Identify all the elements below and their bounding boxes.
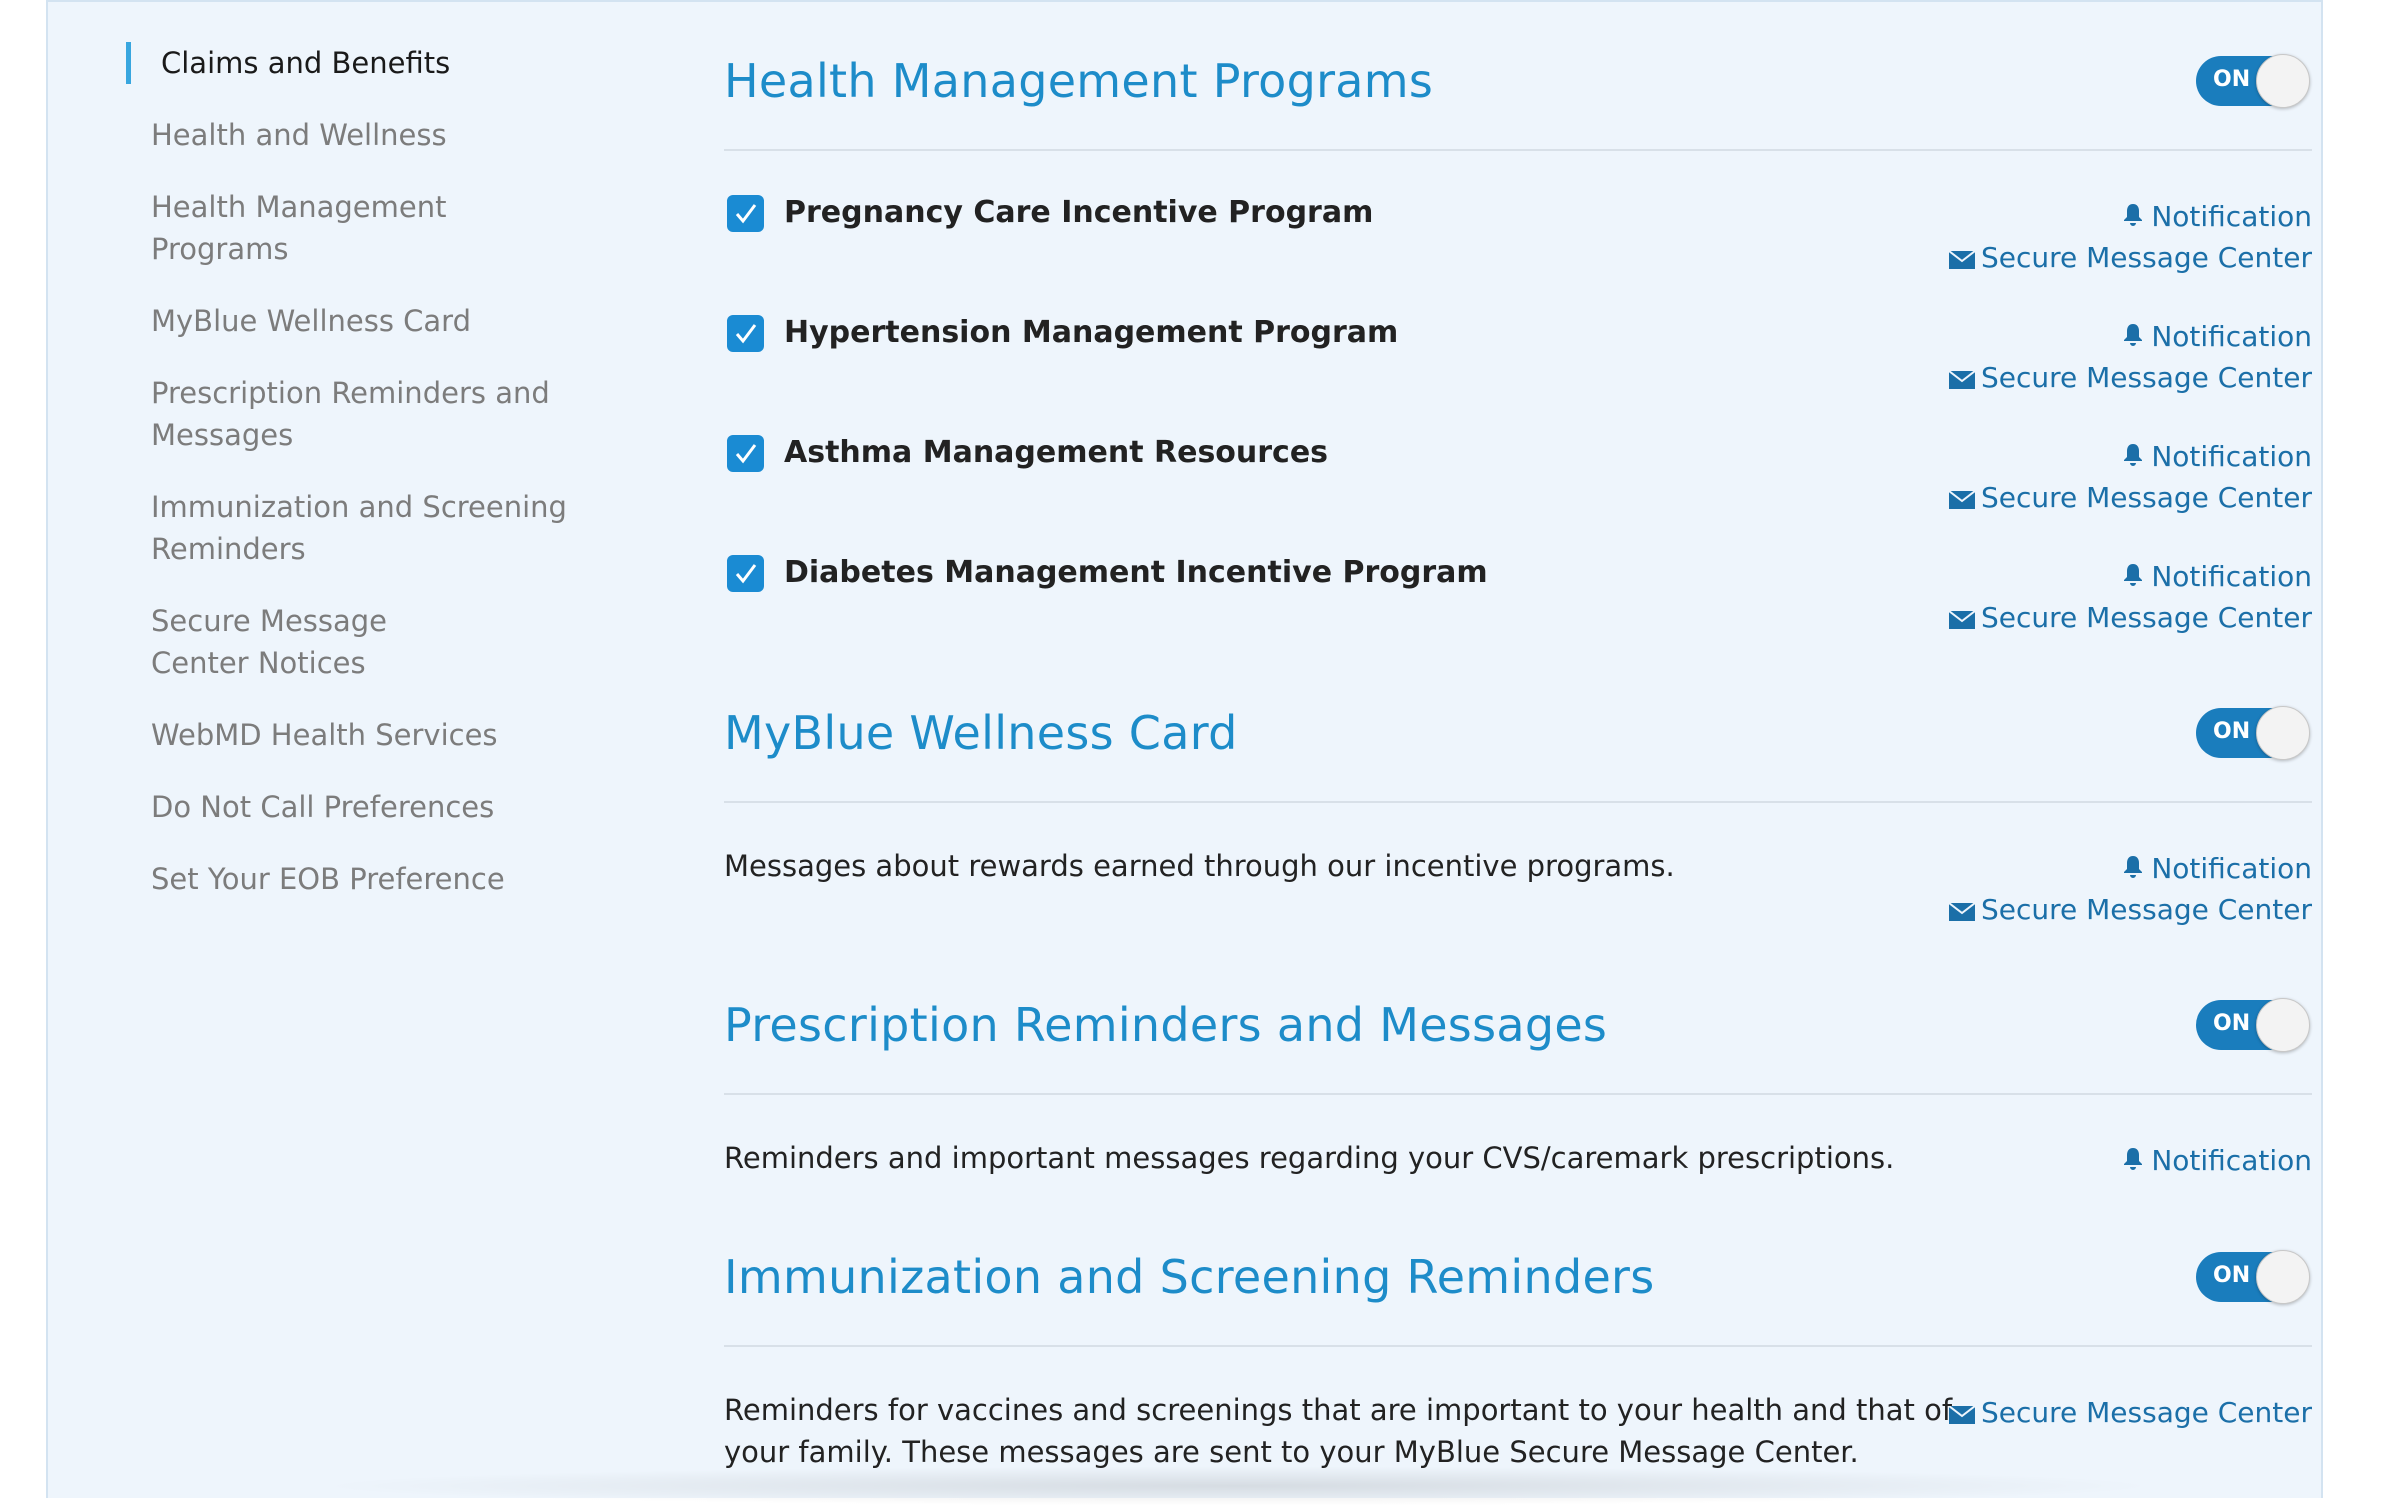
pregnancy-care-checkbox[interactable] bbox=[727, 195, 764, 232]
wellness-card-toggle[interactable]: ON bbox=[2196, 706, 2310, 760]
sidebar-item-label: Do Not Call Preferences bbox=[151, 790, 495, 824]
section-divider bbox=[724, 149, 2312, 151]
secure-message-center-link[interactable]: Secure Message Center bbox=[1948, 241, 2312, 274]
notification-link[interactable]: Notification bbox=[2121, 1144, 2312, 1177]
prescription-toggle[interactable]: ON bbox=[2196, 998, 2310, 1052]
toggle-label: ON bbox=[2213, 719, 2251, 744]
sidebar-item-prescription-reminders[interactable]: Prescription Reminders and Messages bbox=[126, 372, 551, 456]
toggle-label: ON bbox=[2213, 1263, 2251, 1288]
section-divider bbox=[724, 1345, 2312, 1347]
bell-icon bbox=[2124, 444, 2143, 466]
section-divider bbox=[724, 1093, 2312, 1095]
envelope-icon bbox=[1948, 250, 1976, 269]
notification-link[interactable]: Notification bbox=[2121, 440, 2312, 473]
section-description: Reminders and important messages regardi… bbox=[724, 1141, 1895, 1175]
toggle-knob bbox=[2256, 54, 2310, 108]
footer-shadow bbox=[308, 1466, 2168, 1506]
sidebar-item-do-not-call-preferences[interactable]: Do Not Call Preferences bbox=[126, 786, 591, 828]
sidebar-item-label: Health Management Programs bbox=[151, 190, 447, 266]
bell-icon bbox=[2124, 324, 2143, 346]
section-description-line-1: Reminders for vaccines and screenings th… bbox=[724, 1393, 1953, 1427]
bell-icon bbox=[2124, 204, 2143, 226]
notification-link[interactable]: Notification bbox=[2121, 852, 2312, 885]
notification-link[interactable]: Notification bbox=[2121, 560, 2312, 593]
sidebar-item-label: Set Your EOB Preference bbox=[151, 862, 505, 896]
notification-link[interactable]: Notification bbox=[2121, 320, 2312, 353]
program-label: Diabetes Management Incentive Program bbox=[784, 555, 1488, 590]
section-description: Messages about rewards earned through ou… bbox=[724, 849, 1675, 883]
envelope-icon bbox=[1948, 370, 1976, 389]
notification-link[interactable]: Notification bbox=[2121, 200, 2312, 233]
envelope-icon bbox=[1948, 490, 1976, 509]
program-label: Asthma Management Resources bbox=[784, 435, 1329, 470]
sidebar-item-label: Immunization and Screening Reminders bbox=[151, 490, 567, 566]
toggle-label: ON bbox=[2213, 1011, 2251, 1036]
sidebar-item-label: Secure Message Center Notices bbox=[151, 604, 388, 680]
bell-icon bbox=[2124, 564, 2143, 586]
sidebar-item-label: MyBlue Wellness Card bbox=[151, 304, 472, 338]
section-title: Immunization and Screening Reminders bbox=[724, 1250, 1655, 1304]
sidebar-item-myblue-wellness-card[interactable]: MyBlue Wellness Card bbox=[126, 300, 591, 342]
secure-message-center-link[interactable]: Secure Message Center bbox=[1948, 893, 2312, 926]
section-divider bbox=[724, 801, 2312, 803]
asthma-checkbox[interactable] bbox=[727, 435, 764, 472]
toggle-knob bbox=[2256, 998, 2310, 1052]
envelope-icon bbox=[1948, 902, 1976, 921]
hypertension-checkbox[interactable] bbox=[727, 315, 764, 352]
secure-message-center-link[interactable]: Secure Message Center bbox=[1948, 1396, 2312, 1429]
sidebar-item-label: Claims and Benefits bbox=[161, 46, 451, 80]
envelope-icon bbox=[1948, 610, 1976, 629]
program-label: Pregnancy Care Incentive Program bbox=[784, 195, 1374, 230]
secure-message-center-link[interactable]: Secure Message Center bbox=[1948, 601, 2312, 634]
secure-message-center-link[interactable]: Secure Message Center bbox=[1948, 361, 2312, 394]
bell-icon bbox=[2124, 1148, 2143, 1170]
sidebar-item-immunization-reminders[interactable]: Immunization and Screening Reminders bbox=[126, 486, 571, 570]
sidebar-nav: Claims and Benefits Health and Wellness … bbox=[126, 42, 596, 900]
secure-message-center-link[interactable]: Secure Message Center bbox=[1948, 481, 2312, 514]
sidebar-item-label: Prescription Reminders and Messages bbox=[151, 376, 550, 452]
preferences-panel: Claims and Benefits Health and Wellness … bbox=[46, 0, 2323, 1506]
immunization-toggle[interactable]: ON bbox=[2196, 1250, 2310, 1304]
sidebar-item-label: WebMD Health Services bbox=[151, 718, 498, 752]
sidebar-item-secure-message-center-notices[interactable]: Secure Message Center Notices bbox=[126, 600, 491, 684]
sidebar-item-webmd-health-services[interactable]: WebMD Health Services bbox=[126, 714, 591, 756]
section-title: Health Management Programs bbox=[724, 54, 1434, 108]
toggle-knob bbox=[2256, 706, 2310, 760]
section-title: MyBlue Wellness Card bbox=[724, 706, 1238, 760]
sidebar-item-claims-and-benefits[interactable]: Claims and Benefits bbox=[126, 42, 601, 84]
sidebar-item-health-management-programs[interactable]: Health Management Programs bbox=[126, 186, 591, 270]
program-label: Hypertension Management Program bbox=[784, 315, 1399, 350]
diabetes-checkbox[interactable] bbox=[727, 555, 764, 592]
sidebar-item-set-your-eob-preference[interactable]: Set Your EOB Preference bbox=[126, 858, 591, 900]
envelope-icon bbox=[1948, 1405, 1976, 1424]
toggle-knob bbox=[2256, 1250, 2310, 1304]
sidebar-item-health-and-wellness[interactable]: Health and Wellness bbox=[126, 114, 591, 156]
bell-icon bbox=[2124, 856, 2143, 878]
sidebar-item-label: Health and Wellness bbox=[151, 118, 447, 152]
section-title: Prescription Reminders and Messages bbox=[724, 998, 1608, 1052]
toggle-label: ON bbox=[2213, 67, 2251, 92]
health-management-toggle[interactable]: ON bbox=[2196, 54, 2310, 108]
